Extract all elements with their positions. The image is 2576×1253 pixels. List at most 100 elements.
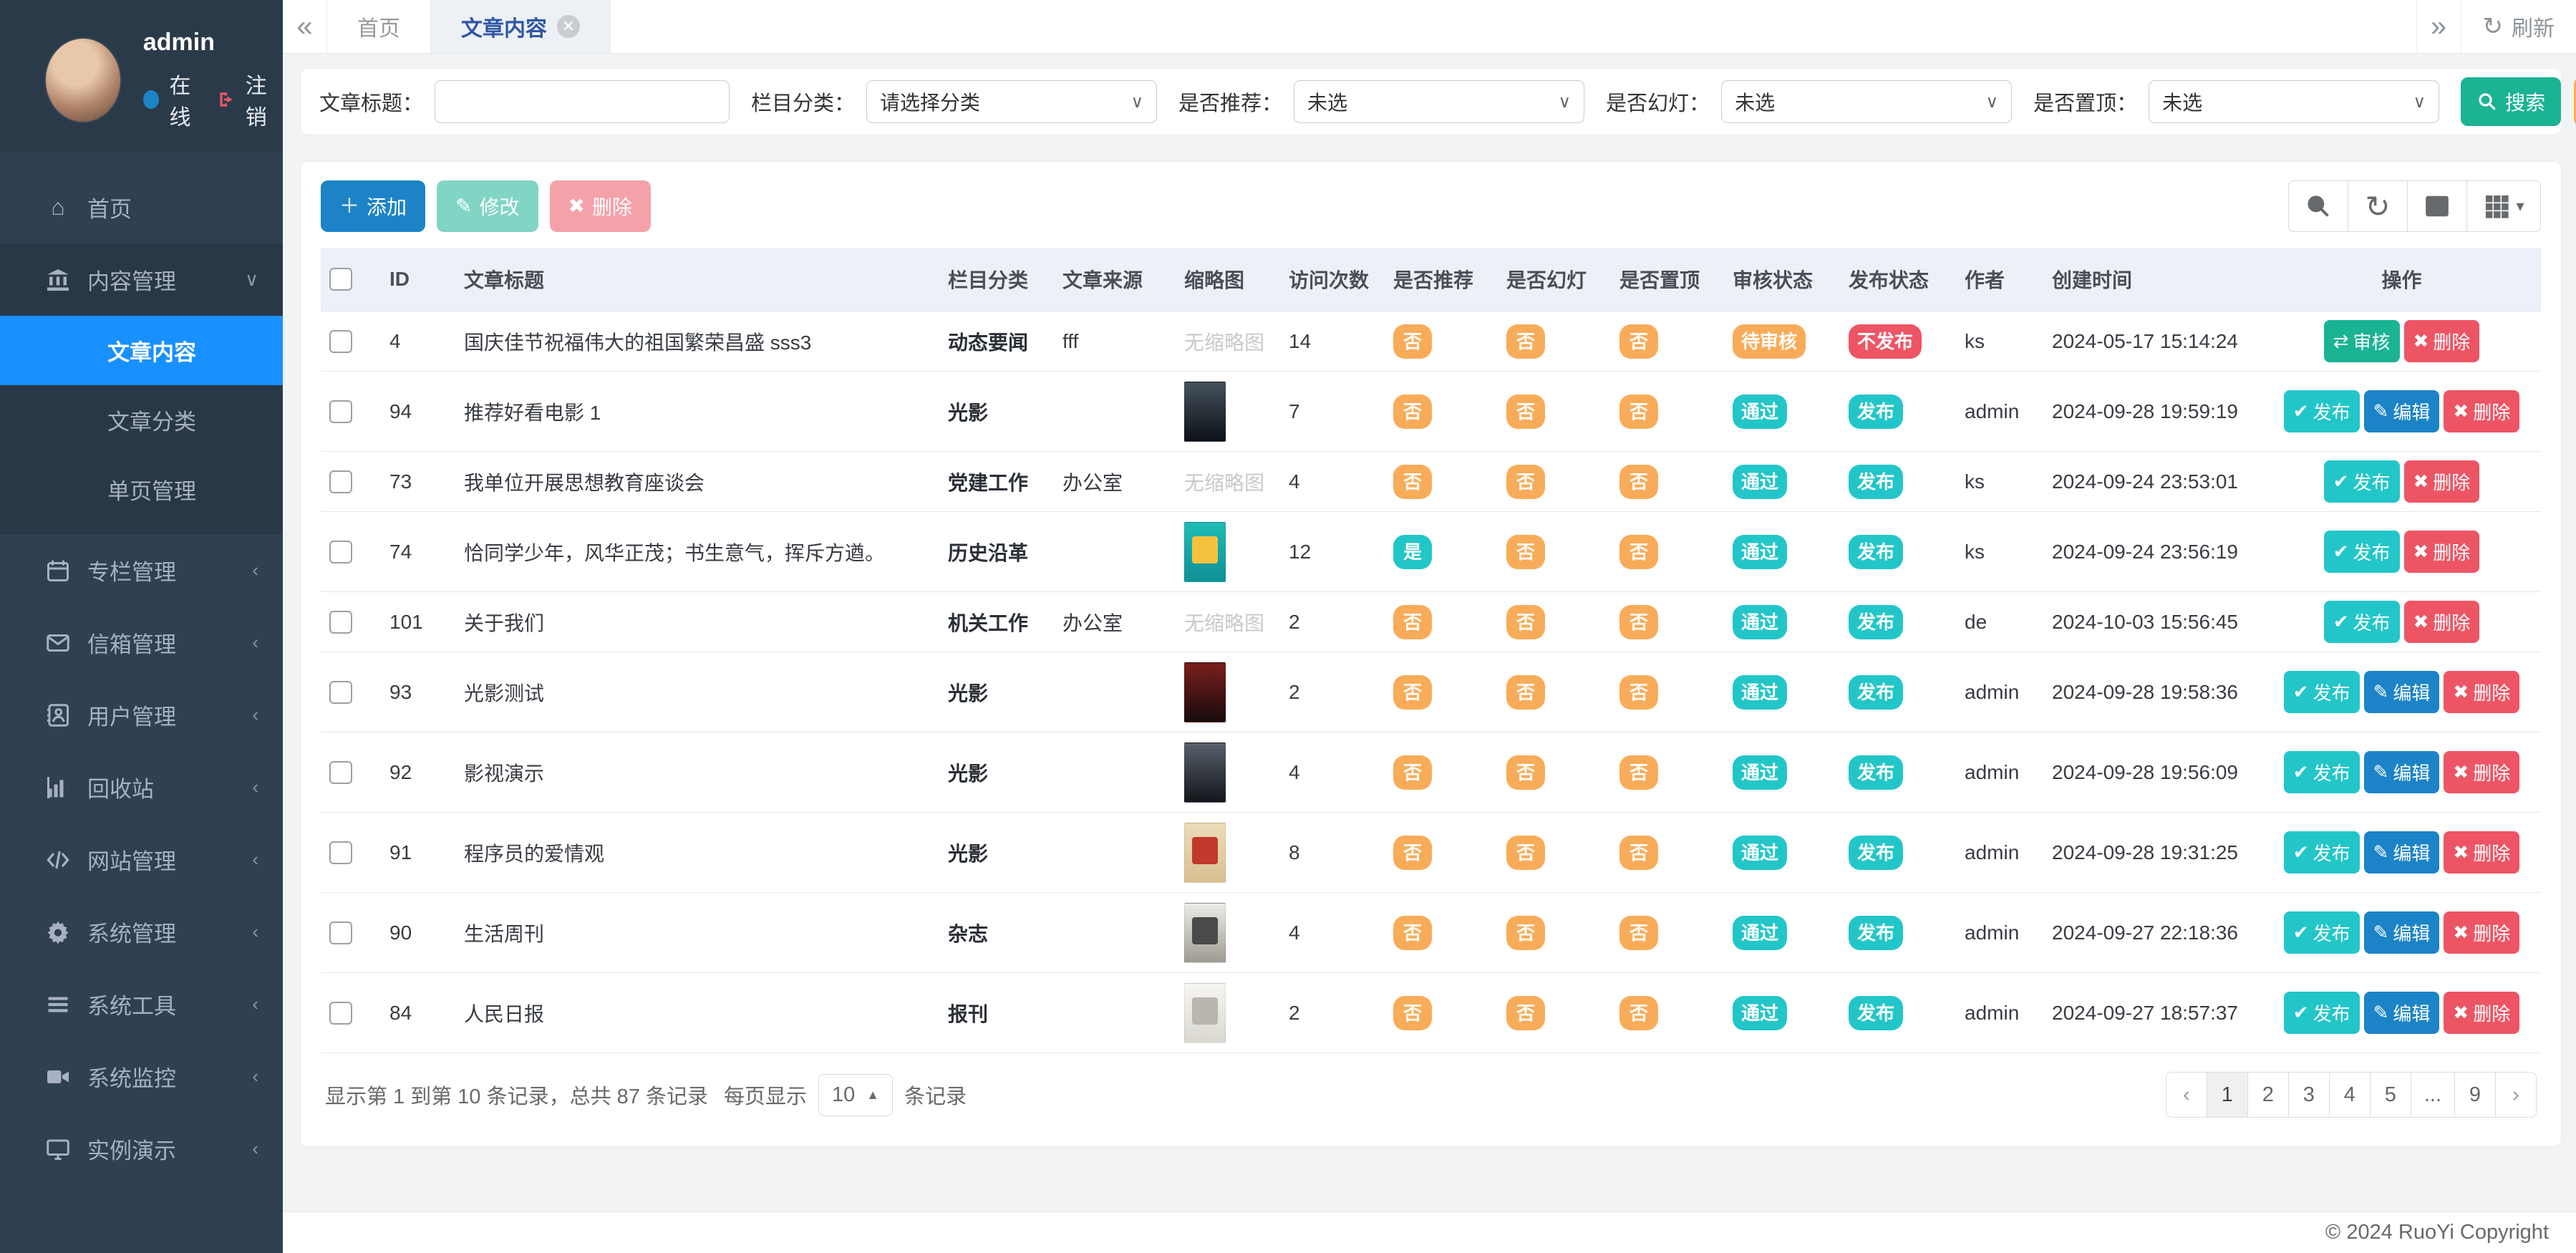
edit-button[interactable]: ✎编辑	[2364, 390, 2440, 432]
category-select[interactable]: 请选择分类 ∨	[866, 80, 1157, 123]
column-header: 访问次数	[1280, 248, 1385, 311]
publish-button[interactable]: ✔发布	[2284, 671, 2360, 713]
publish-button[interactable]: ✔发布	[2324, 531, 2400, 573]
recommend-select[interactable]: 未选 ∨	[1294, 80, 1584, 123]
sidebar-item-content-management[interactable]: 内容管理∨	[0, 243, 283, 316]
sidebar-item-single-page-management[interactable]: 单页管理	[0, 455, 283, 524]
table-detail-view-button[interactable]	[2407, 180, 2467, 232]
article-title: 关于我们	[455, 592, 939, 652]
row-checkbox[interactable]	[329, 470, 352, 493]
sidebar-item-demo-examples[interactable]: 实例演示‹	[0, 1113, 283, 1185]
sidebar-item-user-management[interactable]: 用户管理‹	[0, 679, 283, 751]
edit-button[interactable]: ✎ 修改	[437, 180, 538, 232]
page-button-2[interactable]: 2	[2247, 1072, 2289, 1118]
row-checkbox[interactable]	[329, 761, 352, 784]
tabs-scroll-right-button[interactable]: »	[2416, 0, 2461, 53]
x-icon: ✖	[568, 196, 585, 216]
page-button-9[interactable]: 9	[2454, 1072, 2496, 1118]
refresh-icon: ↻	[2483, 12, 2504, 41]
table-search-toggle-button[interactable]	[2288, 180, 2348, 232]
page-button-4[interactable]: 4	[2329, 1072, 2371, 1118]
prev-page-button[interactable]: ‹	[2166, 1072, 2207, 1118]
delete-button[interactable]: ✖删除	[2444, 390, 2519, 432]
publish-button[interactable]: ✔发布	[2284, 831, 2360, 874]
row-checkbox[interactable]	[329, 611, 352, 634]
tab-article-content[interactable]: 文章内容 ✕	[431, 0, 611, 53]
tab-close-icon[interactable]: ✕	[557, 15, 580, 38]
row-checkbox[interactable]	[329, 541, 352, 563]
delete-button[interactable]: ✖删除	[2444, 751, 2519, 793]
edit-button[interactable]: ✎编辑	[2364, 911, 2440, 954]
sidebar-item-column-management[interactable]: 专栏管理‹	[0, 534, 283, 606]
edit-button[interactable]: ✎编辑	[2364, 831, 2440, 874]
add-button[interactable]: ＋ 添加	[321, 180, 425, 232]
x-icon: ✖	[2453, 681, 2469, 703]
avatar[interactable]	[44, 37, 122, 123]
delete-button[interactable]: ✖删除	[2404, 601, 2480, 643]
sidebar-item-article-category[interactable]: 文章分类	[0, 385, 283, 455]
row-checkbox[interactable]	[329, 841, 352, 864]
delete-button[interactable]: ✖ 删除	[550, 180, 651, 232]
row-checkbox[interactable]	[329, 921, 352, 944]
row-checkbox[interactable]	[329, 1002, 352, 1025]
page-size-select[interactable]: 10 ▲	[818, 1074, 893, 1116]
delete-button[interactable]: ✖删除	[2404, 320, 2480, 362]
slideshow-select[interactable]: 未选 ∨	[1721, 80, 2012, 123]
created-time: 2024-09-24 23:53:01	[2043, 452, 2262, 512]
article-source	[1054, 973, 1176, 1053]
publish-button[interactable]: ✔发布	[2284, 992, 2360, 1034]
refresh-tab-button[interactable]: ↻ 刷新	[2461, 0, 2576, 53]
table-refresh-button[interactable]: ↻	[2348, 180, 2408, 232]
logout-icon	[217, 89, 236, 110]
sidebar-item-system-tools[interactable]: 系统工具‹	[0, 968, 283, 1040]
delete-button[interactable]: ✖删除	[2444, 992, 2519, 1034]
home-icon: ⌂	[44, 194, 72, 221]
recommend-badge: 否	[1393, 996, 1432, 1030]
next-page-button[interactable]: ›	[2495, 1072, 2537, 1118]
article-id: 73	[381, 452, 455, 512]
slideshow-badge: 否	[1506, 324, 1545, 359]
visit-count: 4	[1280, 732, 1385, 813]
delete-button[interactable]: ✖删除	[2404, 531, 2480, 573]
recommend-badge: 否	[1393, 675, 1432, 710]
review-button[interactable]: ⇄审核	[2324, 320, 2400, 362]
sidebar-item-system-monitor[interactable]: 系统监控‹	[0, 1040, 283, 1113]
edit-button[interactable]: ✎编辑	[2364, 671, 2440, 713]
sidebar-item-system-management[interactable]: 系统管理‹	[0, 896, 283, 968]
page-button-3[interactable]: 3	[2288, 1072, 2330, 1118]
row-checkbox[interactable]	[329, 681, 352, 704]
publish-button[interactable]: ✔发布	[2284, 911, 2360, 954]
delete-button[interactable]: ✖删除	[2444, 831, 2519, 874]
table-columns-button[interactable]: ▾	[2466, 180, 2541, 232]
sidebar-item-recycle-bin[interactable]: 回收站‹	[0, 751, 283, 823]
logout-button[interactable]: 注销	[246, 68, 283, 131]
page-button-1[interactable]: 1	[2207, 1072, 2248, 1118]
delete-button[interactable]: ✖删除	[2444, 911, 2519, 954]
page-button-5[interactable]: 5	[2370, 1072, 2411, 1118]
edit-button[interactable]: ✎编辑	[2364, 992, 2440, 1034]
publish-button[interactable]: ✔发布	[2324, 601, 2400, 643]
delete-button[interactable]: ✖删除	[2444, 671, 2519, 713]
sidebar-item-mailbox-management[interactable]: 信箱管理‹	[0, 606, 283, 679]
pinned-select[interactable]: 未选 ∨	[2149, 80, 2439, 123]
tabs-scroll-left-button[interactable]: «	[283, 0, 327, 53]
sidebar-item-website-management[interactable]: 网站管理‹	[0, 823, 283, 896]
edit-button[interactable]: ✎编辑	[2364, 751, 2440, 793]
publish-button[interactable]: ✔发布	[2284, 390, 2360, 432]
article-category: 报刊	[939, 973, 1054, 1053]
publish-button[interactable]: ✔发布	[2284, 751, 2360, 793]
tab-home[interactable]: 首页	[327, 0, 431, 53]
delete-button[interactable]: ✖删除	[2404, 460, 2480, 503]
page-ellipsis-button[interactable]: ...	[2411, 1072, 2455, 1118]
article-title-input[interactable]	[435, 80, 730, 123]
select-all-checkbox[interactable]	[329, 268, 352, 291]
gear-icon	[44, 919, 72, 946]
search-button[interactable]: 搜索	[2461, 77, 2561, 126]
sidebar-item-home[interactable]: ⌂ 首页	[0, 171, 283, 243]
row-checkbox[interactable]	[329, 400, 352, 423]
row-checkbox[interactable]	[329, 330, 352, 353]
sidebar-item-article-content[interactable]: 文章内容	[0, 316, 283, 385]
edit-icon: ✎	[2373, 1002, 2389, 1024]
publish-button[interactable]: ✔发布	[2324, 460, 2400, 503]
article-category: 党建工作	[939, 452, 1054, 512]
